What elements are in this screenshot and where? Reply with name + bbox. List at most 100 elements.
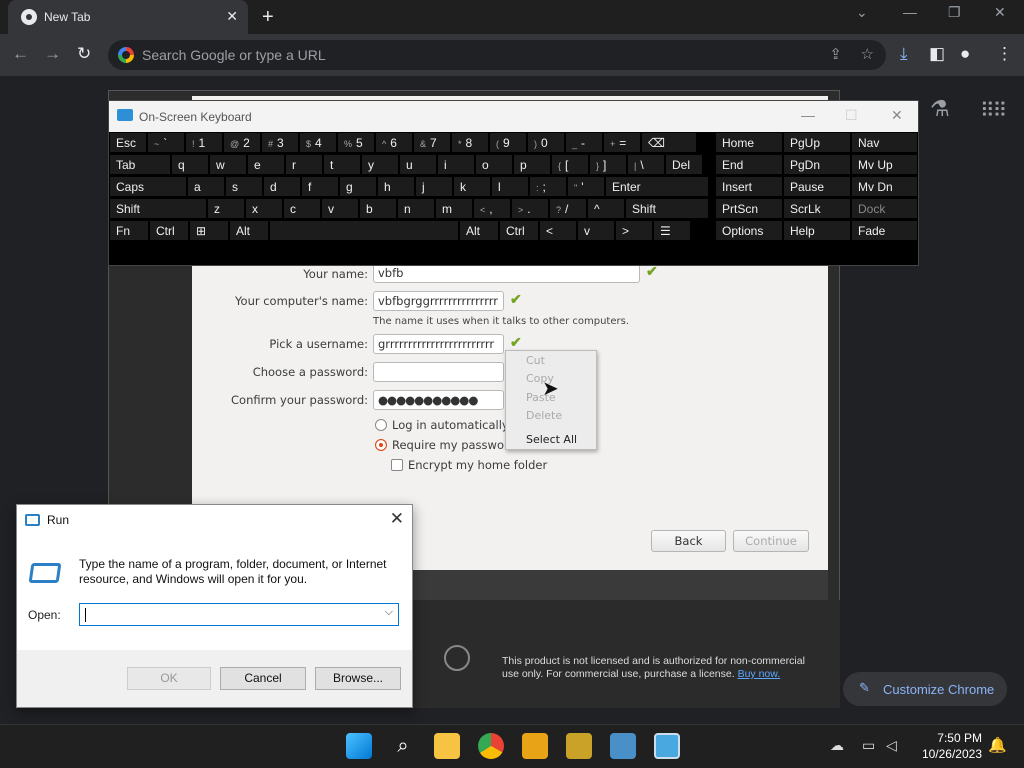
osk-key[interactable]: a	[187, 176, 225, 197]
osk-nav-key[interactable]: Fade	[851, 220, 918, 241]
osk-key[interactable]: % 5	[337, 132, 375, 153]
menu-item-cut[interactable]: Cut	[526, 354, 545, 367]
osk-nav-key[interactable]: PgDn	[783, 154, 851, 175]
osk-nav-key[interactable]: Insert	[715, 176, 783, 197]
network-icon[interactable]: ▭	[862, 737, 875, 754]
app-icon[interactable]	[566, 733, 592, 759]
profile-icon[interactable]: ●	[960, 44, 970, 64]
file-explorer-icon[interactable]	[434, 733, 460, 759]
start-icon[interactable]	[346, 733, 372, 759]
osk-key[interactable]: f	[301, 176, 339, 197]
osk-key[interactable]: <	[539, 220, 577, 241]
open-combobox[interactable]: ⌵	[79, 603, 399, 626]
osk-nav-key[interactable]: Nav	[851, 132, 918, 153]
osk-key[interactable]: " '	[567, 176, 605, 197]
osk-key[interactable]: ^	[587, 198, 625, 219]
osk-key[interactable]: $4	[299, 132, 337, 153]
osk-nav-key[interactable]: Pause	[783, 176, 851, 197]
osk-key[interactable]: l	[491, 176, 529, 197]
omnibox[interactable]: Search Google or type a URL ⇪ ☆	[108, 40, 886, 70]
osk-key[interactable]: Del	[665, 154, 703, 175]
osk-key[interactable]: x	[245, 198, 283, 219]
osk-key[interactable]: w	[209, 154, 247, 175]
side-panel-icon[interactable]: ◧	[929, 44, 945, 64]
computer-name-field[interactable]: vbfbgrggrrrrrrrrrrrrrrr	[373, 291, 504, 311]
osk-key[interactable]: Fn	[109, 220, 149, 241]
osk-key[interactable]: {[	[551, 154, 589, 175]
osk-key[interactable]: k	[453, 176, 491, 197]
back-button[interactable]: Back	[651, 530, 726, 552]
osk-key[interactable]	[269, 220, 459, 241]
osk-key[interactable]: d	[263, 176, 301, 197]
minimize-icon[interactable]: —	[801, 107, 815, 123]
password-field[interactable]	[373, 362, 504, 382]
osk-key[interactable]: Alt	[459, 220, 499, 241]
vm-app-icon[interactable]	[610, 733, 636, 759]
osk-key[interactable]: Alt	[229, 220, 269, 241]
osk-key[interactable]: e	[247, 154, 285, 175]
forward-icon[interactable]: →	[44, 44, 61, 64]
osk-key[interactable]: ⌫	[641, 132, 697, 153]
osk-key[interactable]: p	[513, 154, 551, 175]
customize-chrome-button[interactable]: ✎ Customize Chrome	[843, 672, 1007, 706]
apps-grid-icon[interactable]: ⠿⠿	[980, 98, 1007, 123]
app-icon[interactable]	[522, 733, 548, 759]
menu-item-select-all[interactable]: Select All	[526, 433, 577, 446]
osk-app-icon[interactable]	[654, 733, 680, 759]
osk-nav-key[interactable]: PrtScn	[715, 198, 783, 219]
osk-key[interactable]: ? /	[549, 198, 587, 219]
osk-key[interactable]: g	[339, 176, 377, 197]
osk-nav-key[interactable]: Dock	[851, 198, 918, 219]
osk-key[interactable]: #3	[261, 132, 299, 153]
osk-key[interactable]: @2	[223, 132, 261, 153]
tab-search-icon[interactable]: ⌄	[856, 4, 868, 21]
osk-key[interactable]: o	[475, 154, 513, 175]
cancel-button[interactable]: Cancel	[220, 667, 306, 690]
confirm-password-field[interactable]: ●●●●●●●●●●●	[373, 390, 504, 410]
osk-nav-key[interactable]: End	[715, 154, 783, 175]
osk-key[interactable]: Enter	[605, 176, 709, 197]
osk-key[interactable]: Esc	[109, 132, 147, 153]
osk-key[interactable]: (9	[489, 132, 527, 153]
osk-key[interactable]: ~ `	[147, 132, 185, 153]
search-icon[interactable]: ⌕	[390, 733, 416, 759]
labs-flask-icon[interactable]: ⚗	[930, 96, 950, 122]
share-icon[interactable]: ⇪	[829, 45, 842, 63]
osk-key[interactable]: i	[437, 154, 475, 175]
tab-new-tab[interactable]: New Tab ✕	[8, 0, 248, 34]
osk-nav-key[interactable]: Home	[715, 132, 783, 153]
login-auto-option[interactable]: Log in automatically	[375, 418, 509, 432]
weather-icon[interactable]: ☁	[830, 737, 844, 754]
osk-nav-key[interactable]: ScrLk	[783, 198, 851, 219]
chevron-down-icon[interactable]: ⌵	[385, 606, 393, 619]
osk-key[interactable]: n	[397, 198, 435, 219]
osk-key[interactable]: m	[435, 198, 473, 219]
osk-key[interactable]: | \	[627, 154, 665, 175]
osk-key[interactable]: v	[577, 220, 615, 241]
osk-nav-key[interactable]: Mv Up	[851, 154, 918, 175]
osk-key[interactable]: u	[399, 154, 437, 175]
restore-icon[interactable]: ❐	[948, 4, 961, 21]
osk-key[interactable]: q	[171, 154, 209, 175]
osk-nav-key[interactable]: Options	[715, 220, 783, 241]
new-tab-icon[interactable]: +	[262, 6, 274, 29]
osk-key[interactable]: ) 0	[527, 132, 565, 153]
osk-key[interactable]: ! 1	[185, 132, 223, 153]
osk-key[interactable]: b	[359, 198, 397, 219]
osk-key[interactable]: Ctrl	[149, 220, 189, 241]
volume-icon[interactable]: ◁	[886, 737, 897, 754]
osk-key[interactable]: Tab	[109, 154, 171, 175]
osk-key[interactable]: t	[323, 154, 361, 175]
continue-button[interactable]: Continue	[733, 530, 809, 552]
osk-key[interactable]: * 8	[451, 132, 489, 153]
chrome-menu-icon[interactable]: ⋮	[996, 44, 1013, 64]
your-name-field[interactable]: vbfb	[373, 263, 640, 283]
osk-key[interactable]: :;	[529, 176, 567, 197]
osk-key[interactable]: >	[615, 220, 653, 241]
encrypt-home-option[interactable]: Encrypt my home folder	[391, 458, 547, 472]
maximize-icon[interactable]: ☐	[845, 107, 858, 124]
osk-key[interactable]: >.	[511, 198, 549, 219]
close-tab-icon[interactable]: ✕	[226, 8, 238, 25]
osk-nav-key[interactable]: PgUp	[783, 132, 851, 153]
osk-key[interactable]: c	[283, 198, 321, 219]
